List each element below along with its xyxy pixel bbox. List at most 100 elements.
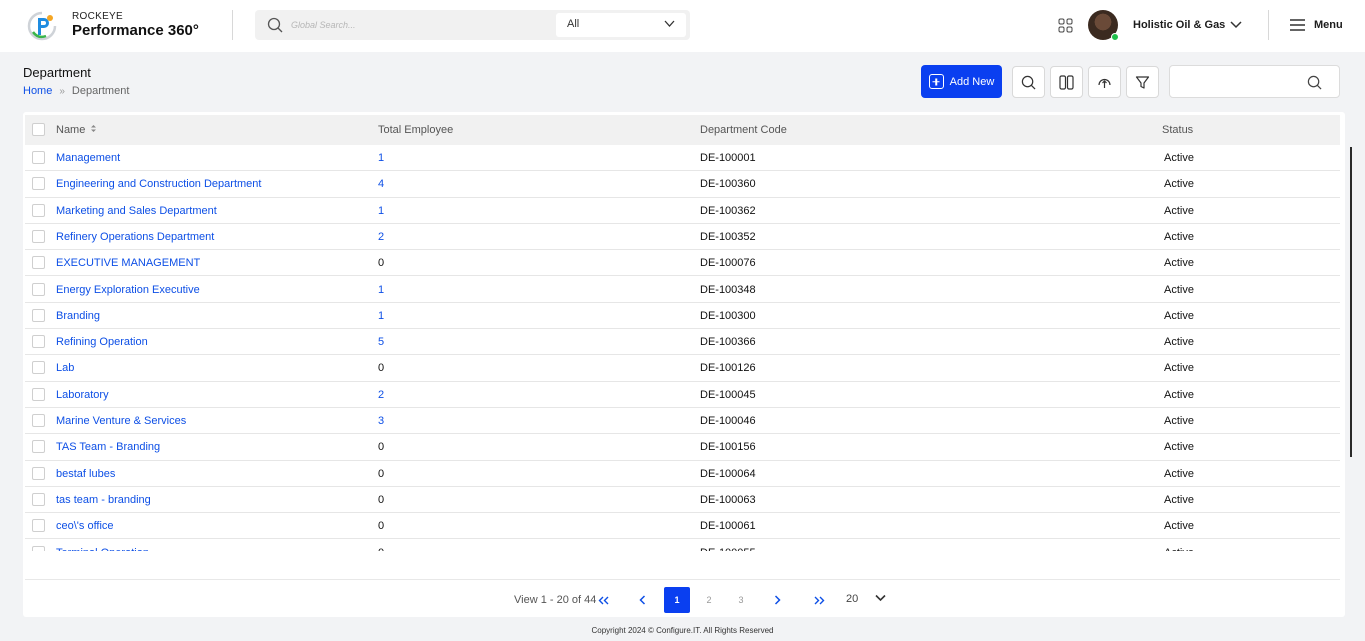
department-code: DE-100001 <box>700 152 756 164</box>
department-name-link[interactable]: Marketing and Sales Department <box>56 205 217 217</box>
department-name-link[interactable]: tas team - branding <box>56 494 151 506</box>
department-name-link[interactable]: ceo\'s office <box>56 520 114 532</box>
department-name-link[interactable]: Refining Operation <box>56 336 148 348</box>
row-checkbox[interactable] <box>32 387 45 401</box>
table-search-field[interactable] <box>1169 65 1340 98</box>
total-employee-count[interactable]: 1 <box>378 152 384 164</box>
page-button-1[interactable]: 1 <box>664 587 690 613</box>
department-name-link[interactable]: Management <box>56 152 120 164</box>
total-employee-count[interactable]: 2 <box>378 231 384 243</box>
breadcrumb-current: Department <box>71 85 130 97</box>
export-button[interactable] <box>1088 66 1121 98</box>
breadcrumb-home-link[interactable]: Home <box>23 85 52 97</box>
double-chevron-left-icon <box>598 596 608 604</box>
department-name-link[interactable]: bestaf lubes <box>56 468 115 480</box>
row-checkbox[interactable] <box>32 440 45 454</box>
row-checkbox[interactable] <box>32 256 45 270</box>
apps-grid-icon[interactable] <box>1058 18 1073 33</box>
table-search-input[interactable] <box>1178 74 1298 90</box>
status-text: Active <box>1164 230 1194 243</box>
column-header-department-code[interactable]: Department Code <box>700 124 787 136</box>
row-checkbox[interactable] <box>32 335 45 349</box>
department-name-link[interactable]: Marine Venture & Services <box>56 415 186 427</box>
table-row[interactable]: Management 1 DE-100001 Active <box>25 145 1340 172</box>
sort-icon[interactable] <box>90 124 97 133</box>
row-checkbox[interactable] <box>32 492 45 506</box>
row-checkbox[interactable] <box>32 177 45 191</box>
table-row[interactable]: Refining Operation 5 DE-100366 Active <box>25 329 1340 356</box>
table-row[interactable]: ceo\'s office 0 DE-100061 Active <box>25 513 1340 540</box>
next-page-button[interactable] <box>764 587 790 613</box>
chevron-down-icon[interactable] <box>1229 18 1243 32</box>
table-row[interactable]: Terminal Operation 0 DE-100055 Active <box>25 540 1340 552</box>
page-button-3[interactable]: 3 <box>728 587 754 613</box>
table-row[interactable]: Refinery Operations Department 2 DE-100352… <box>25 224 1340 251</box>
department-name-link[interactable]: Engineering and Construction Department <box>56 178 261 190</box>
row-checkbox[interactable] <box>32 361 45 375</box>
table-row[interactable]: Branding 1 DE-100300 Active <box>25 303 1340 330</box>
total-employee-count[interactable]: 3 <box>378 415 384 427</box>
column-header-name[interactable]: Name <box>56 124 97 136</box>
chevron-down-icon <box>875 594 886 602</box>
filter-button[interactable] <box>1126 66 1159 98</box>
department-name-link[interactable]: EXECUTIVE MANAGEMENT <box>56 257 200 269</box>
select-all-checkbox[interactable] <box>32 123 45 136</box>
department-code: DE-100126 <box>700 362 756 375</box>
department-name-link[interactable]: Terminal Operation <box>56 547 149 552</box>
first-page-button[interactable] <box>590 587 616 613</box>
total-employee-count[interactable]: 5 <box>378 336 384 348</box>
row-checkbox[interactable] <box>32 545 45 551</box>
total-employee-count[interactable]: 1 <box>378 205 384 217</box>
page-button-2[interactable]: 2 <box>696 587 722 613</box>
department-name-link[interactable]: TAS Team - Branding <box>56 441 160 453</box>
column-header-total-employee[interactable]: Total Employee <box>378 124 453 136</box>
page-size-select[interactable]: 20 <box>846 593 886 605</box>
row-checkbox[interactable] <box>32 414 45 427</box>
total-employee-count[interactable]: 2 <box>378 389 384 401</box>
row-checkbox[interactable] <box>32 282 45 296</box>
row-checkbox[interactable] <box>32 308 45 322</box>
table-row[interactable]: tas team - branding 0 DE-100063 Active <box>25 487 1340 514</box>
row-checkbox[interactable] <box>32 519 45 533</box>
search-toggle-button[interactable] <box>1012 66 1045 98</box>
status-text: Active <box>1164 547 1194 552</box>
status-text: Active <box>1164 362 1194 375</box>
table-scrollbar[interactable] <box>1350 147 1352 457</box>
table-row[interactable]: Engineering and Construction Department 4… <box>25 171 1340 198</box>
table-row[interactable]: EXECUTIVE MANAGEMENT 0 DE-100076 Active <box>25 250 1340 277</box>
menu-button[interactable]: Menu <box>1290 15 1343 35</box>
table-row[interactable]: Lab 0 DE-100126 Active <box>25 355 1340 382</box>
search-scope-select[interactable]: All <box>556 13 686 37</box>
last-page-button[interactable] <box>806 587 832 613</box>
department-name-link[interactable]: Laboratory <box>56 389 109 401</box>
table-row[interactable]: Marketing and Sales Department 1 DE-100362… <box>25 198 1340 224</box>
department-name-link[interactable]: Refinery Operations Department <box>56 231 214 243</box>
add-new-button[interactable]: Add New <box>921 65 1002 98</box>
row-checkbox[interactable] <box>32 203 45 217</box>
organization-name[interactable]: Holistic Oil & Gas <box>1133 19 1225 31</box>
table-row[interactable]: TAS Team - Branding 0 DE-100156 Active <box>25 434 1340 461</box>
pagination-info: View 1 - 20 of 44 <box>514 594 597 606</box>
user-avatar[interactable] <box>1088 10 1119 41</box>
rockeye-logo-icon[interactable] <box>26 10 58 42</box>
total-employee-count[interactable]: 1 <box>378 310 384 322</box>
row-checkbox[interactable] <box>32 229 45 243</box>
row-checkbox[interactable] <box>32 151 45 164</box>
table-row[interactable]: Laboratory 2 DE-100045 Active <box>25 382 1340 408</box>
total-employee-count[interactable]: 1 <box>378 284 384 296</box>
column-header-status[interactable]: Status <box>1162 124 1193 136</box>
table-row[interactable]: Marine Venture & Services 3 DE-100046 Activ… <box>25 408 1340 435</box>
department-name-link[interactable]: Energy Exploration Executive <box>56 284 200 296</box>
pager-divider <box>25 579 1340 580</box>
total-employee-count[interactable]: 4 <box>378 178 384 190</box>
department-code: DE-100352 <box>700 230 756 243</box>
columns-button[interactable] <box>1050 66 1083 98</box>
previous-page-button[interactable] <box>629 587 655 613</box>
table-row[interactable]: bestaf lubes 0 DE-100064 Active <box>25 461 1340 487</box>
row-checkbox[interactable] <box>32 466 45 480</box>
table-row[interactable]: Energy Exploration Executive 1 DE-100348 Ac… <box>25 277 1340 303</box>
department-name-link[interactable]: Lab <box>56 362 74 374</box>
search-icon <box>267 17 283 33</box>
global-search-input[interactable] <box>291 17 541 33</box>
department-name-link[interactable]: Branding <box>56 310 100 322</box>
